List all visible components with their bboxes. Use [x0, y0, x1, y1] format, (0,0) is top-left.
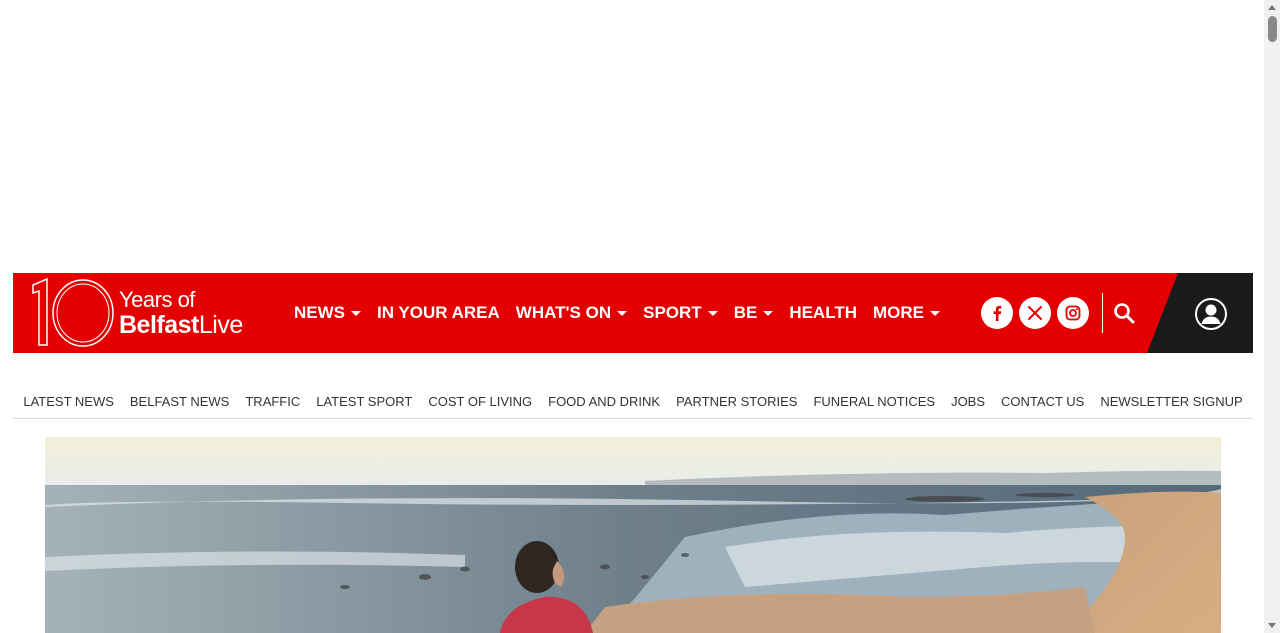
nav-item-whats-on[interactable]: WHAT'S ON	[515, 303, 628, 323]
scroll-down-arrow-icon[interactable]	[1268, 623, 1276, 628]
nav-item-label: MORE	[873, 303, 924, 322]
subnav-item-partner-stories[interactable]: PARTNER STORIES	[676, 394, 797, 409]
caret-down-icon	[617, 310, 628, 316]
subnav-item-funeral-notices[interactable]: FUNERAL NOTICES	[813, 394, 935, 409]
secondary-nav: LATEST NEWS BELFAST NEWS TRAFFIC LATEST …	[13, 384, 1253, 419]
nav-item-sport[interactable]: SPORT	[643, 303, 718, 323]
main-nav: NEWS IN YOUR AREA WHAT'S ON SPORT BE HEA…	[294, 273, 956, 353]
nav-item-label: NEWS	[294, 303, 345, 322]
hero-image	[45, 437, 1221, 633]
site-header: Years of BelfastLive NEWS IN YOUR AREA W…	[13, 273, 1253, 353]
nav-item-label: IN YOUR AREA	[377, 303, 500, 322]
site-logo[interactable]: Years of BelfastLive	[27, 277, 259, 349]
subnav-item-traffic[interactable]: TRAFFIC	[245, 394, 300, 409]
logo-years-text: Years of	[119, 287, 195, 312]
social-links	[981, 297, 1095, 329]
scrollbar[interactable]	[1264, 0, 1280, 633]
subnav-item-food-and-drink[interactable]: FOOD AND DRINK	[548, 394, 660, 409]
advertisement-space	[0, 0, 1264, 273]
subnav-item-jobs[interactable]: JOBS	[951, 394, 985, 409]
nav-item-label: BE	[733, 303, 758, 322]
caret-down-icon	[707, 310, 718, 316]
subnav-item-newsletter-signup[interactable]: NEWSLETTER SIGNUP	[1100, 394, 1242, 409]
logo-brand-bold: Belfast	[119, 311, 199, 339]
nav-item-be[interactable]: BE	[734, 303, 774, 323]
header-divider	[1102, 293, 1103, 333]
nav-item-health[interactable]: HEALTH	[789, 303, 857, 323]
x-icon[interactable]	[1019, 297, 1051, 329]
nav-item-more[interactable]: MORE	[873, 303, 940, 323]
instagram-icon[interactable]	[1057, 297, 1089, 329]
subnav-item-belfast-news[interactable]: BELFAST NEWS	[130, 394, 229, 409]
user-icon[interactable]	[1194, 297, 1228, 331]
subnav-item-latest-news[interactable]: LATEST NEWS	[23, 394, 114, 409]
nav-item-label: SPORT	[643, 303, 702, 322]
caret-down-icon	[930, 310, 940, 316]
nav-item-news[interactable]: NEWS	[294, 303, 361, 323]
subnav-item-latest-sport[interactable]: LATEST SPORT	[316, 394, 412, 409]
caret-down-icon	[351, 310, 361, 316]
facebook-icon[interactable]	[981, 297, 1013, 329]
logo-brand-text: BelfastLive	[119, 311, 243, 340]
nav-item-label: HEALTH	[789, 303, 857, 322]
search-icon[interactable]	[1112, 301, 1138, 327]
subnav-item-contact-us[interactable]: CONTACT US	[1001, 394, 1084, 409]
ten-years-logo-mark	[32, 277, 114, 347]
logo-brand-light: Live	[198, 311, 243, 339]
nav-item-in-your-area[interactable]: IN YOUR AREA	[377, 303, 500, 323]
subnav-item-cost-of-living[interactable]: COST OF LIVING	[428, 394, 532, 409]
caret-down-icon	[763, 310, 774, 316]
beach-scene-image	[45, 437, 1221, 633]
nav-item-label: WHAT'S ON	[515, 303, 612, 322]
scroll-up-arrow-icon[interactable]	[1268, 5, 1276, 10]
scroll-thumb[interactable]	[1268, 16, 1277, 42]
